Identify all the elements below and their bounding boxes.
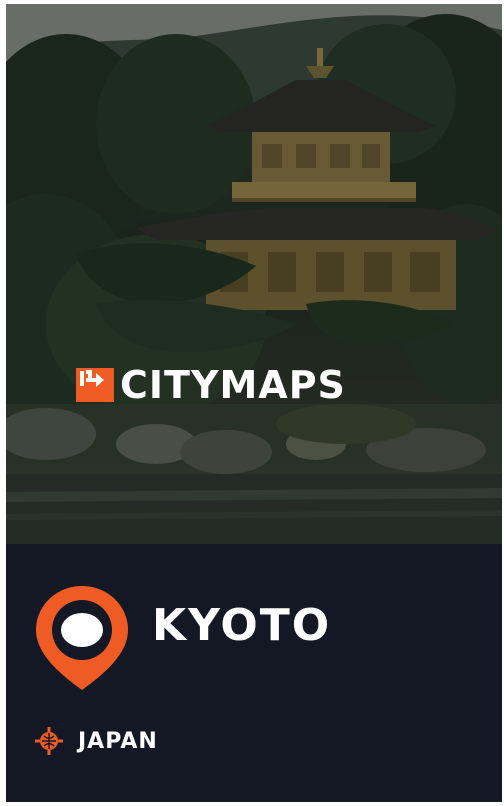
arrow-sign-icon: [76, 368, 114, 402]
globe-crosshair-icon: [35, 727, 63, 755]
city-title: KYOTO: [152, 600, 332, 651]
brand-wordmark: CITYMAPS: [120, 366, 346, 404]
map-pin-icon: [36, 586, 128, 690]
country-subtitle: JAPAN: [78, 729, 158, 754]
title-panel: KYOTO JAPAN: [6, 544, 502, 802]
brand-word-city: CITY: [120, 363, 220, 407]
citymaps-brand: CITYMAPS: [76, 366, 346, 404]
brand-word-maps: MAPS: [219, 363, 346, 407]
guide-cover: CITYMAPS KYOTO JAPAN: [6, 4, 502, 802]
temple-photo-illustration: [6, 4, 502, 544]
cover-photo-kinkakuji: CITYMAPS: [6, 4, 502, 544]
